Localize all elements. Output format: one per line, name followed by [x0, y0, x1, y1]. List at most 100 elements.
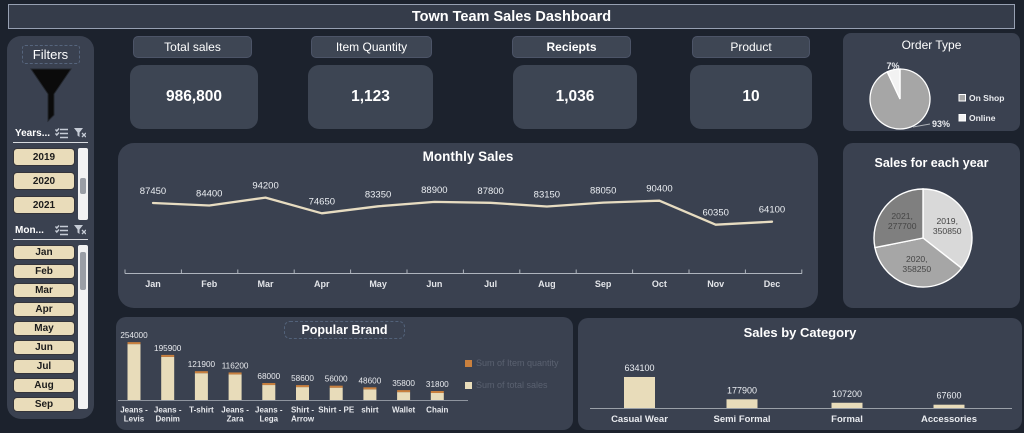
svg-text:Feb: Feb: [201, 279, 218, 289]
years-scrollbar-thumb[interactable]: [80, 178, 86, 194]
svg-text:T-shirt: T-shirt: [189, 406, 214, 415]
multiselect-icon[interactable]: [55, 128, 68, 139]
svg-text:60350: 60350: [702, 208, 728, 219]
svg-text:Sep: Sep: [595, 279, 612, 289]
svg-text:88050: 88050: [590, 186, 616, 197]
years-slicer-items: 2019 2020 2021: [13, 148, 75, 220]
kpi-label-total-sales: Total sales: [133, 36, 252, 58]
svg-text:64100: 64100: [759, 205, 785, 216]
svg-text:Jeans -: Jeans -: [221, 406, 249, 415]
slicer-button-month-mar[interactable]: Mar: [13, 283, 75, 298]
years-scrollbar[interactable]: [78, 148, 88, 220]
svg-text:Arrow: Arrow: [291, 415, 315, 424]
svg-text:Casual Wear: Casual Wear: [611, 414, 668, 425]
svg-text:121900: 121900: [188, 360, 216, 369]
slicer-button-month-feb[interactable]: Feb: [13, 264, 75, 279]
sales-category-bar-chart: 634100 Casual Wear 177900 Semi Formal 107200…: [590, 363, 1012, 425]
svg-text:83350: 83350: [365, 189, 391, 200]
svg-text:74650: 74650: [309, 196, 335, 207]
monthly-sales-line-chart: 87450 84400 94200 74650 83350 88900 87800 83150…: [124, 181, 803, 289]
slicer-button-year-2019[interactable]: 2019: [13, 148, 75, 166]
slicer-button-month-jul[interactable]: Jul: [13, 359, 75, 374]
kpi-label-reciepts: Reciepts: [512, 36, 631, 58]
svg-text:Jeans -: Jeans -: [154, 406, 182, 415]
svg-text:Jeans -: Jeans -: [120, 406, 148, 415]
order-type-pie-chart: 7% 93% On Shop Online: [869, 61, 1004, 130]
kpi-value-reciepts: 1,036: [513, 65, 637, 129]
svg-text:48600: 48600: [359, 376, 382, 385]
svg-text:195900: 195900: [154, 344, 182, 353]
svg-text:Wallet: Wallet: [392, 406, 416, 415]
slicer-button-year-2020[interactable]: 2020: [13, 172, 75, 190]
svg-text:634100: 634100: [624, 363, 654, 373]
svg-text:Nov: Nov: [707, 279, 724, 289]
svg-text:Mar: Mar: [258, 279, 275, 289]
svg-text:Zara: Zara: [227, 415, 244, 424]
kpi-value-product: 10: [690, 65, 812, 129]
slicer-button-month-apr[interactable]: Apr: [13, 302, 75, 317]
svg-text:Denim: Denim: [155, 415, 179, 424]
svg-text:Accessories: Accessories: [921, 414, 977, 425]
svg-text:87800: 87800: [477, 186, 503, 197]
svg-text:Sum of Item quantity: Sum of Item quantity: [476, 358, 559, 368]
slicer-button-month-sep[interactable]: Sep: [13, 397, 75, 412]
svg-text:Online: Online: [969, 113, 996, 123]
filters-panel: Filters Years... 2019 2020 2021 Mon... J…: [7, 36, 94, 419]
clear-filter-icon[interactable]: [74, 128, 86, 139]
svg-text:350850: 350850: [933, 226, 962, 236]
clear-filter-icon[interactable]: [74, 225, 86, 236]
months-slicer: Mon... Jan Feb Mar Apr May Jun Jul Aug Sep: [13, 225, 88, 412]
svg-text:Jan: Jan: [145, 279, 161, 289]
slicer-button-month-may[interactable]: May: [13, 321, 75, 336]
svg-text:107200: 107200: [832, 389, 862, 399]
months-slicer-items: Jan Feb Mar Apr May Jun Jul Aug Sep: [13, 245, 75, 412]
kpi-label-product: Product: [692, 36, 810, 58]
multiselect-icon[interactable]: [55, 225, 68, 236]
filters-title: Filters: [21, 45, 80, 64]
months-scrollbar-thumb[interactable]: [80, 252, 86, 290]
popular-brand-bar-chart: 254000Jeans -Levis195900Jeans -Denim1219…: [118, 331, 559, 424]
svg-text:Jeans -: Jeans -: [255, 406, 283, 415]
months-scrollbar[interactable]: [78, 245, 88, 409]
months-slicer-title: Mon...: [15, 225, 44, 236]
svg-text:93%: 93%: [932, 119, 950, 129]
svg-text:94200: 94200: [252, 181, 278, 192]
svg-text:84400: 84400: [196, 188, 222, 199]
sales-year-panel: Sales for each year 2019, 350850 2020, 3582…: [843, 143, 1020, 308]
svg-text:358250: 358250: [902, 264, 931, 274]
svg-text:Formal: Formal: [831, 414, 863, 425]
svg-text:Apr: Apr: [314, 279, 330, 289]
svg-text:Semi Formal: Semi Formal: [713, 414, 770, 425]
svg-text:7%: 7%: [886, 61, 899, 71]
years-slicer-title: Years...: [15, 128, 51, 139]
svg-text:116200: 116200: [222, 361, 249, 370]
svg-text:Aug: Aug: [538, 279, 556, 289]
svg-text:Levis: Levis: [124, 415, 145, 424]
svg-text:277700: 277700: [888, 221, 917, 231]
svg-text:Shirt -: Shirt -: [291, 406, 314, 415]
svg-text:56000: 56000: [325, 375, 348, 384]
svg-text:90400: 90400: [646, 184, 672, 195]
svg-text:58600: 58600: [291, 374, 314, 383]
slicer-button-month-aug[interactable]: Aug: [13, 378, 75, 393]
svg-text:67600: 67600: [936, 391, 961, 401]
sales-year-pie-chart: 2019,350850 2020,358250 2021,277700: [873, 188, 973, 288]
dashboard-root: Town Team Sales Dashboard Filters Years.…: [0, 0, 1024, 433]
kpi-label-item-quantity: Item Quantity: [311, 36, 432, 58]
svg-text:Sum of total sales: Sum of total sales: [476, 380, 548, 390]
svg-text:2019,: 2019,: [936, 216, 958, 226]
svg-text:254000: 254000: [120, 331, 148, 340]
svg-text:87450: 87450: [140, 186, 166, 197]
svg-text:Dec: Dec: [764, 279, 781, 289]
slicer-button-year-2021[interactable]: 2021: [13, 196, 75, 214]
svg-text:177900: 177900: [727, 385, 757, 395]
svg-text:Chain: Chain: [426, 406, 448, 415]
svg-text:shirt: shirt: [361, 406, 379, 415]
slicer-button-month-jan[interactable]: Jan: [13, 245, 75, 260]
svg-text:68000: 68000: [257, 372, 280, 381]
monthly-sales-panel: Monthly Sales 87450 84400 94200 74650 83350 8…: [118, 143, 818, 308]
svg-text:May: May: [369, 279, 387, 289]
order-type-panel: Order Type 7% 93% On Shop Online: [843, 33, 1020, 131]
slicer-button-month-jun[interactable]: Jun: [13, 340, 75, 355]
svg-text:83150: 83150: [534, 189, 560, 200]
